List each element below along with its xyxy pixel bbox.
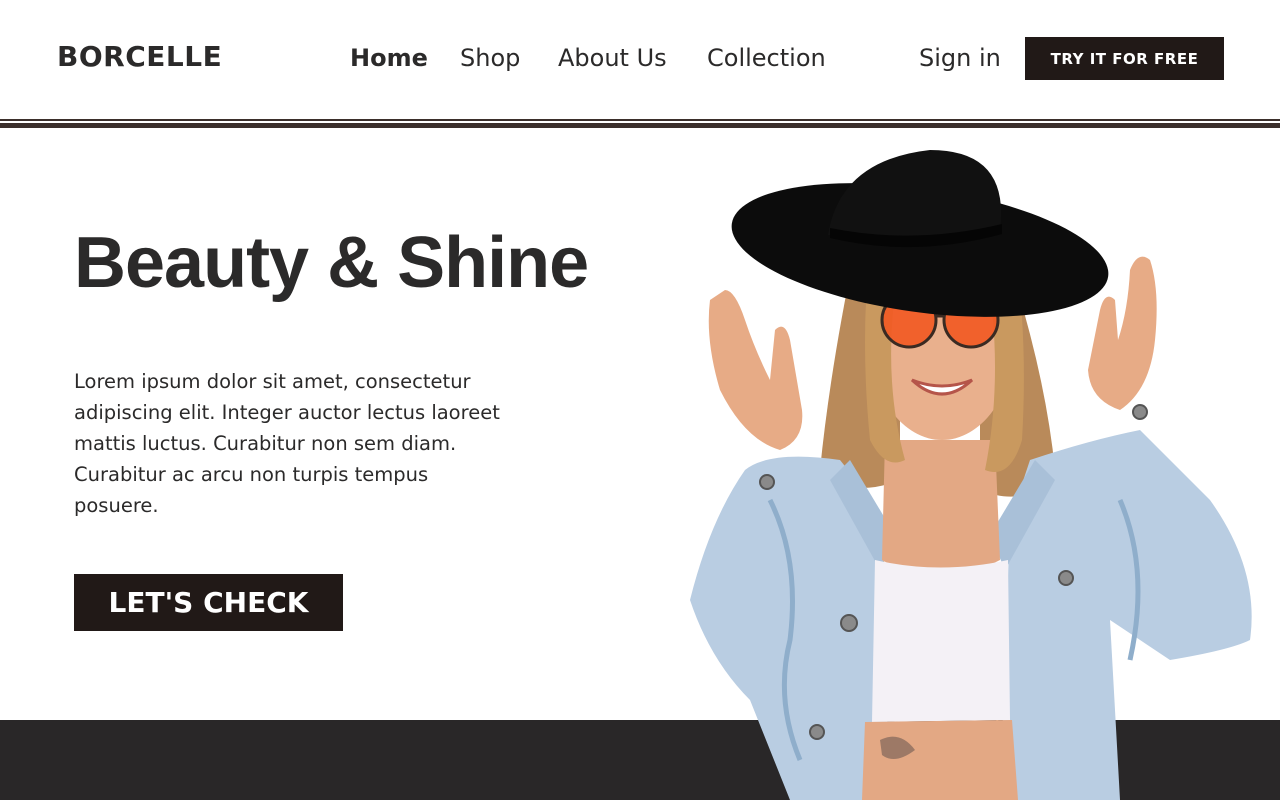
nav-item-home[interactable]: Home [350,44,428,72]
hero-description: Lorem ipsum dolor sit amet, consectetur … [74,370,500,517]
header-divider-thin [0,119,1280,121]
nav-item-about-us[interactable]: About Us [558,44,667,72]
header-divider-thick [0,123,1280,128]
nav-item-shop[interactable]: Shop [460,44,520,72]
nav-item-collection[interactable]: Collection [707,44,826,72]
brand-logo[interactable]: BORCELLE [57,40,222,73]
hero-model-photo [690,150,1252,800]
try-free-button[interactable]: TRY IT FOR FREE [1025,37,1224,80]
hero-title: Beauty & Shine [74,223,589,303]
lets-check-button[interactable]: LET'S CHECK [74,574,343,631]
sign-in-link[interactable]: Sign in [919,44,1001,72]
site-header: BORCELLE Home Shop About Us Collection S… [0,0,1280,118]
